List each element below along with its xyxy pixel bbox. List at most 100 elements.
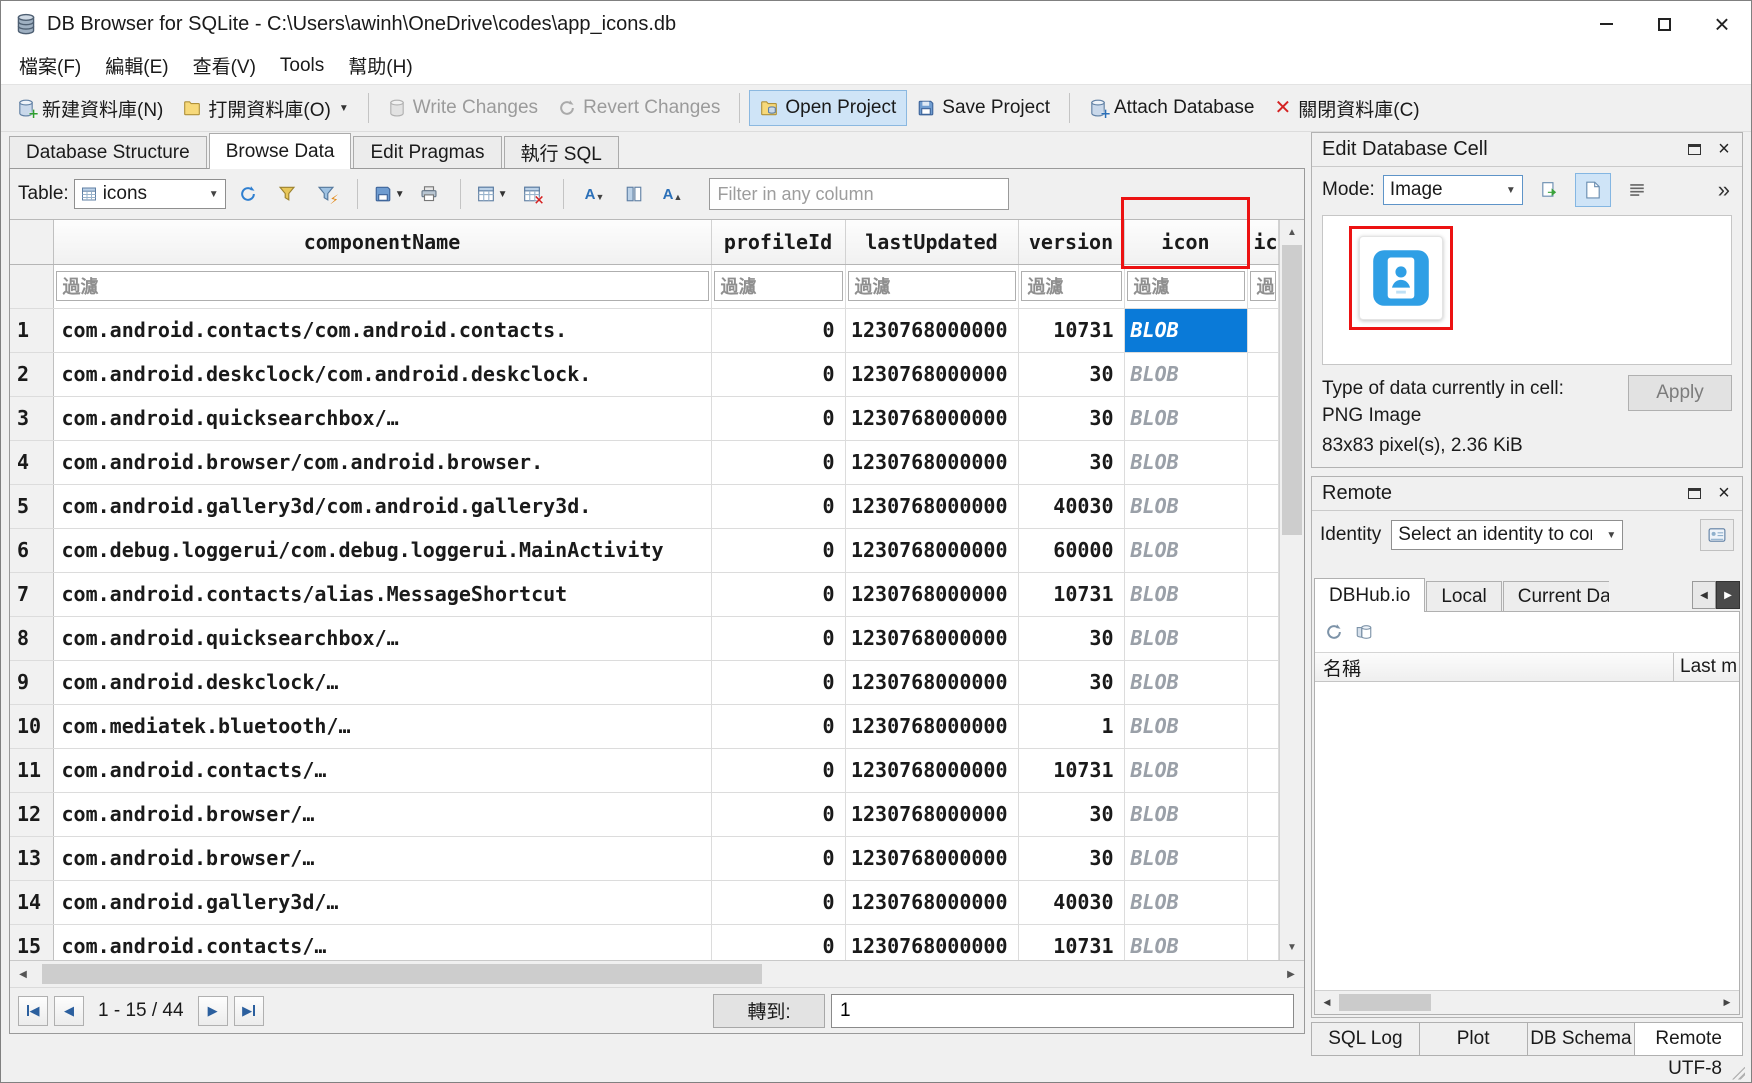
cell-icon-blob[interactable]: BLOB [1124,440,1247,484]
cell-icon-blob[interactable]: BLOB [1124,880,1247,924]
cell-extra[interactable] [1247,616,1279,660]
cell-componentName[interactable]: com.android.deskclock/… [53,660,711,704]
cell-profileId[interactable]: 0 [711,572,845,616]
float-panel-button[interactable] [1680,481,1708,507]
cell-icon-blob[interactable]: BLOB [1124,396,1247,440]
revert-changes-button[interactable]: Revert Changes [548,91,730,125]
first-record-button[interactable]: ◀ [18,996,48,1026]
panel-overflow-icon[interactable]: » [1718,177,1732,203]
menu-help[interactable]: 幫助(H) [336,47,424,84]
cell-extra[interactable] [1247,528,1279,572]
filter-input-partial[interactable]: 過濾 [1250,271,1277,301]
cell-profileId[interactable]: 0 [711,748,845,792]
tab-scroll-right-button[interactable]: ▶ [1716,581,1740,609]
cell-lastUpdated[interactable]: 1230768000000 [845,352,1018,396]
cell-version[interactable]: 60000 [1018,528,1124,572]
clear-filters-button[interactable] [270,178,304,210]
cell-version[interactable]: 30 [1018,616,1124,660]
cell-version[interactable]: 30 [1018,836,1124,880]
cell-componentName[interactable]: com.debug.loggerui/com.debug.loggerui.Ma… [53,528,711,572]
cell-icon-blob[interactable]: BLOB [1124,704,1247,748]
scroll-up-icon[interactable]: ▲ [1280,220,1304,245]
cell-lastUpdated[interactable]: 1230768000000 [845,792,1018,836]
scroll-left-icon[interactable]: ◀ [10,961,36,987]
cell-lastUpdated[interactable]: 1230768000000 [845,924,1018,960]
cell-icon-blob[interactable]: BLOB [1124,924,1247,960]
tab-edit-pragmas[interactable]: Edit Pragmas [353,136,501,168]
open-database-button[interactable]: 打開資料庫(O) ▼ [173,89,358,128]
remote-tab-local[interactable]: Local [1426,581,1501,611]
cell-lastUpdated[interactable]: 1230768000000 [845,440,1018,484]
cell-profileId[interactable]: 0 [711,792,845,836]
cell-extra[interactable] [1247,836,1279,880]
cell-icon-blob[interactable]: BLOB [1124,572,1247,616]
cell-extra[interactable] [1247,308,1279,352]
cell-lastUpdated[interactable]: 1230768000000 [845,396,1018,440]
cell-profileId[interactable]: 0 [711,396,845,440]
goto-record-input[interactable] [831,994,1294,1028]
float-panel-button[interactable] [1680,137,1708,163]
cell-lastUpdated[interactable]: 1230768000000 [845,836,1018,880]
table-select[interactable]: icons ▼ [74,179,226,209]
cell-version[interactable]: 40030 [1018,484,1124,528]
encoding-label[interactable]: UTF-8 [1668,1058,1722,1080]
cell-componentName[interactable]: com.android.quicksearchbox/… [53,396,711,440]
delete-record-button[interactable]: × [515,178,549,210]
column-header-version[interactable]: version [1018,220,1124,264]
column-header-lastUpdated[interactable]: lastUpdated [845,220,1018,264]
identity-settings-button[interactable] [1700,519,1734,551]
sort-columns-button[interactable]: A▲ [656,178,690,210]
cell-lastUpdated[interactable]: 1230768000000 [845,308,1018,352]
cell-extra[interactable] [1247,880,1279,924]
cell-componentName[interactable]: com.android.contacts/com.android.contact… [53,308,711,352]
column-header-icon[interactable]: icon [1124,220,1247,264]
cell-profileId[interactable]: 0 [711,440,845,484]
dock-tab-sql-log[interactable]: SQL Log [1311,1022,1420,1056]
minimize-button[interactable] [1577,1,1635,47]
tab-scroll-left-button[interactable]: ◀ [1692,581,1716,609]
print-button[interactable] [412,178,446,210]
write-changes-button[interactable]: Write Changes [378,91,548,125]
row-number[interactable]: 1 [10,308,53,352]
row-number[interactable]: 3 [10,396,53,440]
cell-componentName[interactable]: com.mediatek.bluetooth/… [53,704,711,748]
apply-button[interactable]: Apply [1628,375,1732,411]
new-database-button[interactable]: + 新建資料庫(N) [7,89,173,128]
column-header-partial[interactable]: ic [1247,220,1279,264]
cell-lastUpdated[interactable]: 1230768000000 [845,880,1018,924]
refresh-button[interactable] [231,178,265,210]
cell-icon-blob[interactable]: BLOB [1124,748,1247,792]
tab-execute-sql[interactable]: 執行 SQL [504,136,619,168]
row-number[interactable]: 15 [10,924,53,960]
grid-corner-cell[interactable] [10,220,53,264]
conditional-formats-button[interactable]: ⚡ [309,178,343,210]
last-record-button[interactable]: ▶ [234,996,264,1026]
cell-componentName[interactable]: com.android.quicksearchbox/… [53,616,711,660]
cell-version[interactable]: 10731 [1018,924,1124,960]
cell-version[interactable]: 30 [1018,396,1124,440]
cell-profileId[interactable]: 0 [711,528,845,572]
menu-view[interactable]: 查看(V) [181,47,268,84]
column-header-profileId[interactable]: profileId [711,220,845,264]
cell-extra[interactable] [1247,396,1279,440]
cell-lastUpdated[interactable]: 1230768000000 [845,572,1018,616]
resize-grip-icon[interactable] [1732,1067,1745,1080]
scroll-right-icon[interactable]: ▶ [1715,991,1739,1014]
menu-tools[interactable]: Tools [268,47,336,84]
import-data-button[interactable] [1531,173,1567,207]
cell-extra[interactable] [1247,484,1279,528]
mode-select[interactable]: Image ▼ [1383,175,1523,205]
row-number[interactable]: 4 [10,440,53,484]
cell-version[interactable]: 30 [1018,352,1124,396]
cell-profileId[interactable]: 0 [711,308,845,352]
cell-extra[interactable] [1247,440,1279,484]
close-button[interactable]: × [1693,1,1751,47]
open-project-button[interactable]: Open Project [749,90,907,126]
scroll-right-icon[interactable]: ▶ [1278,961,1304,987]
remote-column-name[interactable]: 名稱 [1315,654,1361,681]
cell-componentName[interactable]: com.android.contacts/alias.MessageShortc… [53,572,711,616]
close-panel-button[interactable]: × [1710,137,1738,163]
row-number[interactable]: 5 [10,484,53,528]
cell-componentName[interactable]: com.android.browser/… [53,792,711,836]
row-number[interactable]: 6 [10,528,53,572]
